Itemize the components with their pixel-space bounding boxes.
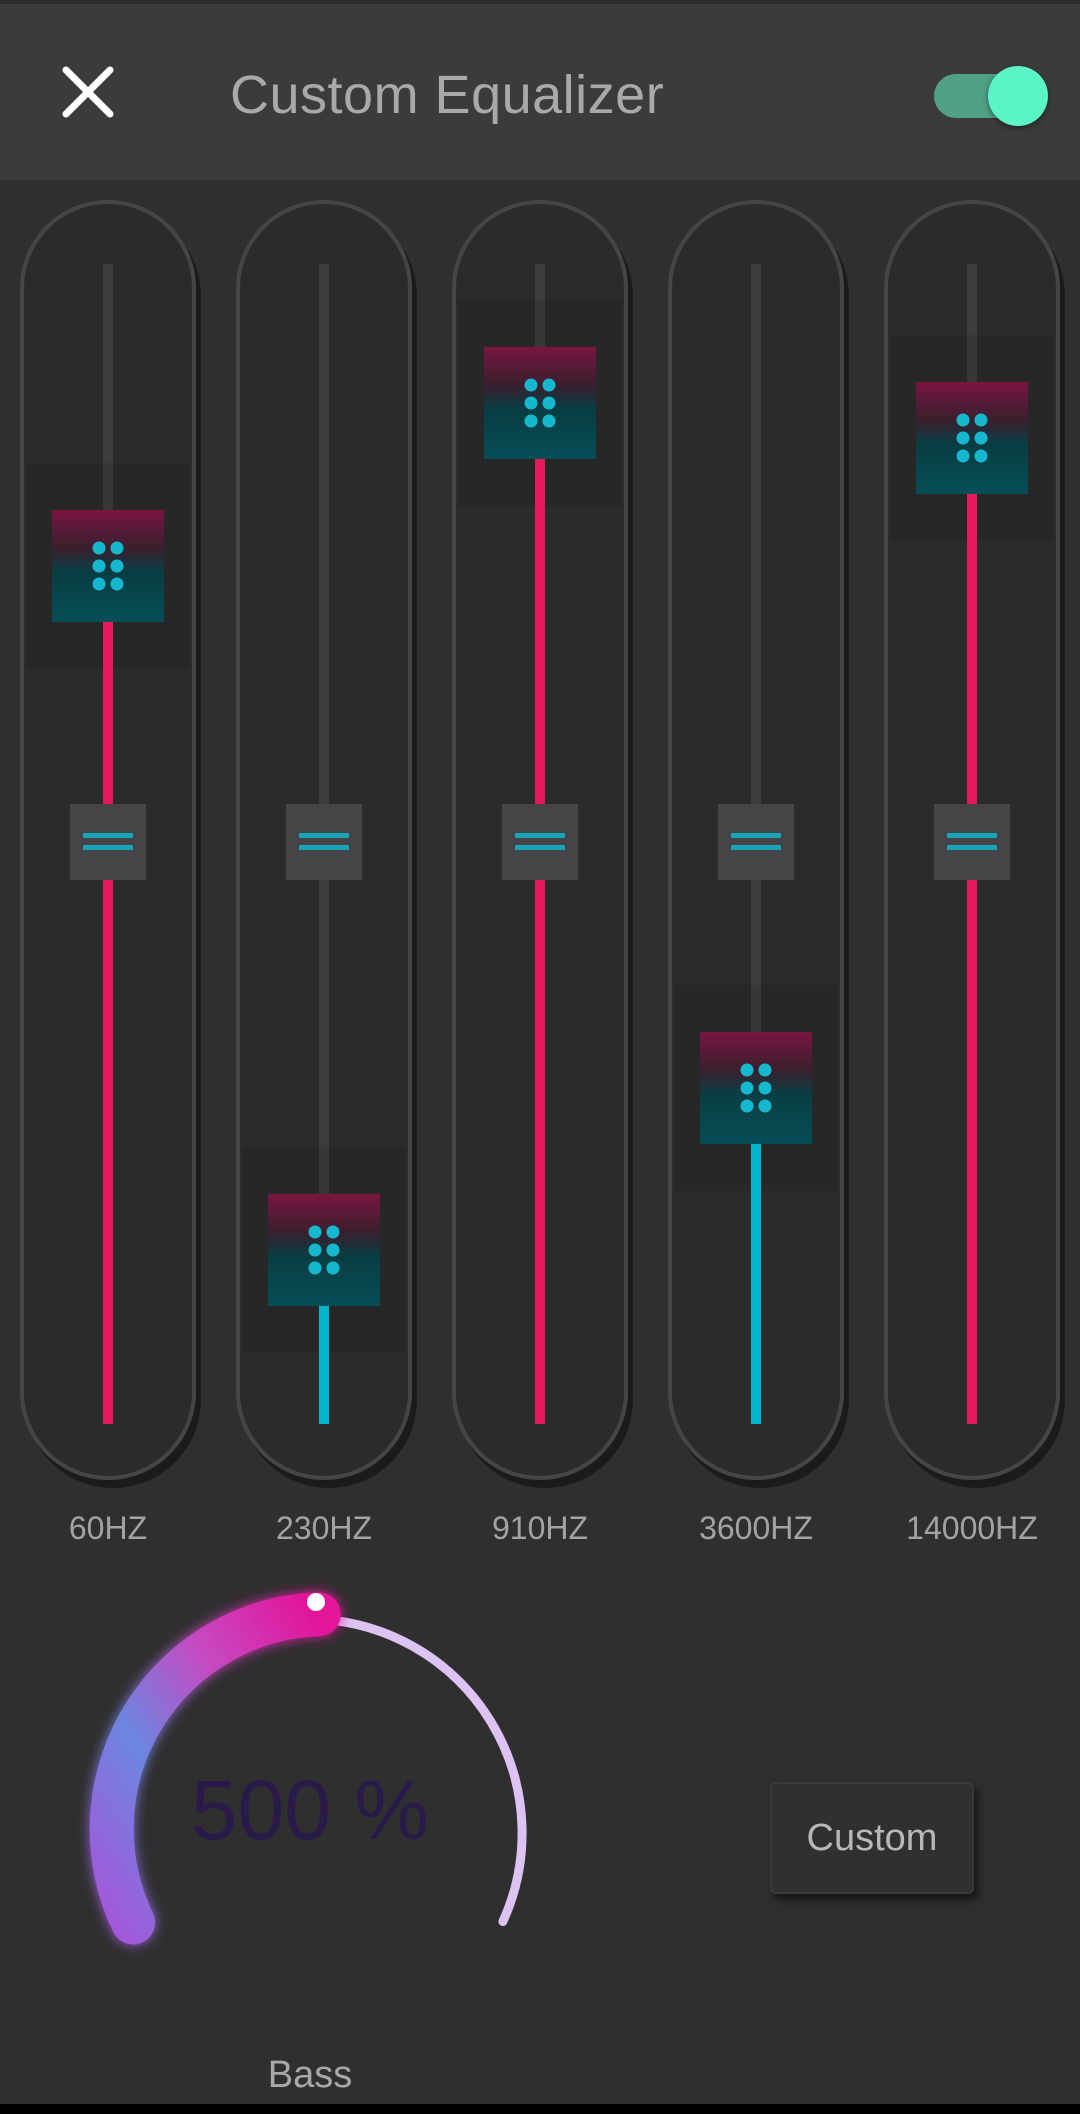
band-frequency-label: 14000HZ xyxy=(906,1510,1038,1546)
bass-value: 500 % xyxy=(190,1763,430,1857)
band-slider-handle[interactable] xyxy=(268,1194,380,1306)
band-slider[interactable] xyxy=(884,200,1060,1480)
band-frequency-label: 910HZ xyxy=(491,1510,589,1546)
bass-label: Bass xyxy=(267,2054,353,2096)
zero-level-icon xyxy=(718,804,794,880)
equalizer-screen: Custom Equalizer 60HZ 230HZ 910HZ 3600HZ 140… xyxy=(0,0,1080,2104)
band-slider-fill xyxy=(535,403,545,1424)
band-slider-fill xyxy=(967,438,977,1424)
preset-custom-button[interactable]: Custom xyxy=(770,1782,974,1894)
band-slider[interactable] xyxy=(668,200,844,1480)
band-slider[interactable] xyxy=(20,200,196,1480)
band-slider-handle[interactable] xyxy=(52,509,164,622)
band-frequency-label: 60HZ xyxy=(68,1510,148,1546)
band-slider-handle[interactable] xyxy=(916,382,1028,494)
zero-level-icon xyxy=(502,804,578,880)
zero-level-icon xyxy=(286,804,362,880)
band-slider-handle[interactable] xyxy=(484,347,596,460)
close-icon xyxy=(62,66,114,118)
bass-knob-indicator xyxy=(307,1593,325,1611)
zero-level-icon xyxy=(934,804,1010,880)
band-frequency-label: 3600HZ xyxy=(699,1510,813,1546)
zero-level-icon xyxy=(70,804,146,880)
page-title: Custom Equalizer xyxy=(230,65,665,125)
band-slider-handle[interactable] xyxy=(700,1031,812,1144)
band-slider[interactable] xyxy=(236,200,412,1480)
close-button[interactable] xyxy=(52,56,124,128)
toggle-thumb xyxy=(988,66,1048,126)
band-slider-fill xyxy=(103,565,113,1424)
equalizer-enable-toggle[interactable] xyxy=(934,66,1048,126)
band-slider[interactable] xyxy=(452,200,628,1480)
top-bar: Custom Equalizer xyxy=(0,0,1080,180)
band-frequency-label: 230HZ xyxy=(275,1510,373,1546)
